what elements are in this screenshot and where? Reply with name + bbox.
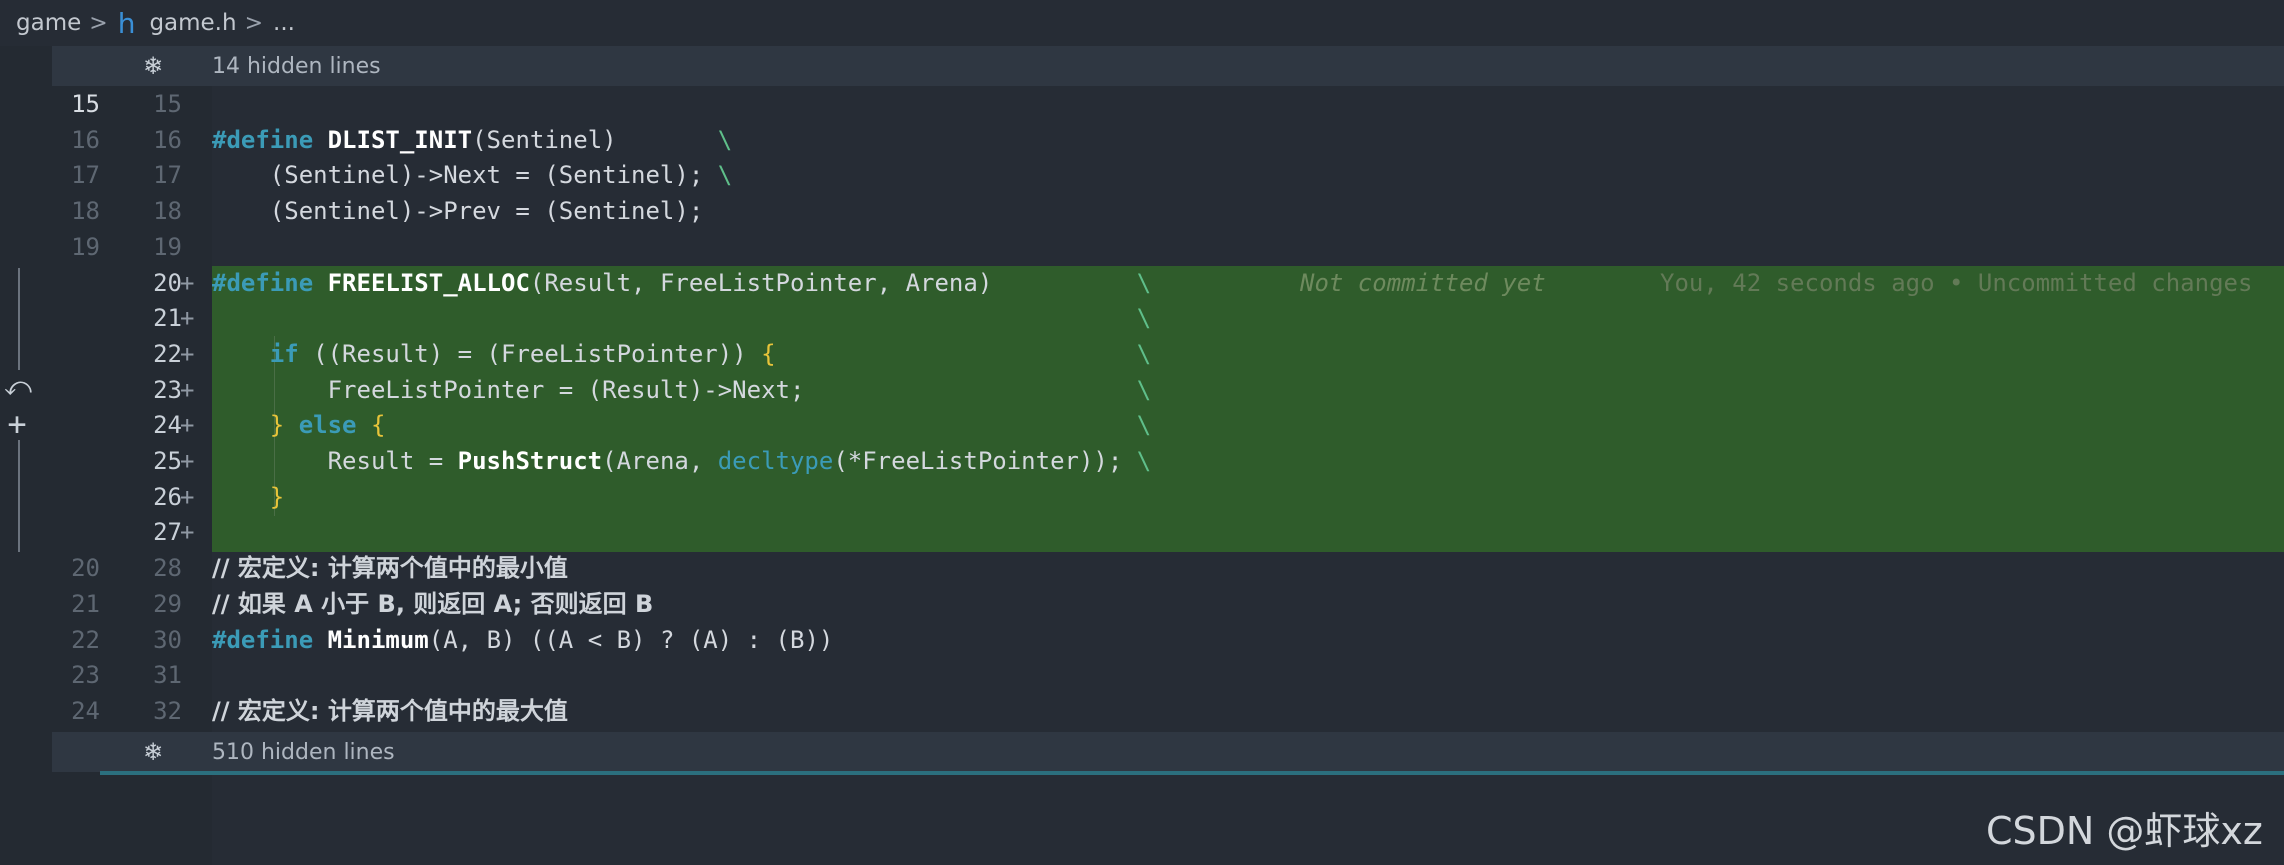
code-text: #define Minimum(A, B) ((A < B) ? (A) : (… [212,625,834,654]
original-line-number [52,444,100,480]
code-text: FreeListPointer = (Result)->Next; \ [212,375,1152,404]
code-line[interactable]: 18 18 (Sentinel)->Prev = (Sentinel); [0,194,2284,230]
modified-line-number: 31 [153,661,182,690]
code-text: (Sentinel)->Next = (Sentinel); \ [212,161,733,190]
breadcrumb-folder[interactable]: game [16,10,81,36]
added-code-line[interactable]: 20 + #define FREELIST_ALLOC(Result, FreeLi… [0,266,2284,302]
added-line-marker: + [180,268,195,297]
code-line[interactable]: 23 31 [0,658,2284,694]
original-line-number: 17 [71,161,100,190]
blame-info: You, 42 seconds ago • Uncommitted change… [1660,268,2253,297]
modified-line-number: 24 [153,411,182,440]
breadcrumb: game > h game.h > ... [0,0,2284,46]
code-text: #define DLIST_INIT(Sentinel) \ [212,125,733,154]
original-line-number [52,301,100,337]
original-line-number: 23 [71,661,100,690]
added-line-marker: + [180,304,195,333]
modified-line-number: 25 [153,447,182,475]
code-text: \ [1136,304,1152,333]
breadcrumb-symbol[interactable]: ... [273,10,295,36]
original-line-number [52,266,100,302]
modified-line-number: 29 [153,589,182,618]
original-line-number: 18 [71,197,100,226]
modified-line-number: 28 [153,554,182,583]
code-text: (Sentinel)->Prev = (Sentinel); [212,197,704,226]
modified-line-number: 15 [153,90,182,118]
added-code-line[interactable]: 24 + } else { \ [0,408,2284,444]
modified-line-number: 16 [153,125,182,154]
modified-line-number: 19 [153,232,182,261]
modified-line-number: 22 [153,339,182,368]
code-text: } else { \ [269,411,1152,440]
hidden-lines-label: 14 hidden lines [212,53,381,79]
fold-icon[interactable]: ❄ [140,53,166,79]
hidden-lines-label: 510 hidden lines [212,739,395,765]
added-line-marker: + [180,339,195,368]
added-line-marker: + [180,447,195,475]
original-line-number: 20 [71,554,100,583]
modified-line-number: 32 [153,696,182,725]
added-code-line[interactable]: 23 + FreeListPointer = (Result)->Next; \ [0,373,2284,409]
added-code-line[interactable]: 26 + } [0,480,2284,516]
blame-status: Not committed yet [1300,268,1546,297]
code-text: // 如果 A 小于 B, 则返回 A; 否则返回 B [212,589,654,618]
watermark: CSDN @虾球xz [1986,809,2263,853]
code-line[interactable]: 24 32 // 宏定义: 计算两个值中的最大值 [0,694,2284,730]
code-line[interactable]: 17 17 (Sentinel)->Next = (Sentinel); \ [0,158,2284,194]
original-line-number: 16 [71,125,100,154]
original-line-number: 15 [71,90,100,118]
modified-line-number: 26 [153,482,182,511]
fold-divider [100,771,2284,775]
code-text: if ((Result) = (FreeListPointer)) { \ [269,339,1152,368]
added-code-line[interactable]: 25 + Result = PushStruct(Arena, decltype(… [0,444,2284,480]
original-line-number: 24 [71,696,100,725]
code-text: // 宏定义: 计算两个值中的最小值 [212,554,568,583]
original-line-number [52,373,100,409]
code-line[interactable]: 15 15 [0,87,2284,123]
chevron-right-icon: > [89,10,108,36]
code-line[interactable]: 21 29 // 如果 A 小于 B, 则返回 A; 否则返回 B [0,587,2284,623]
modified-line-number: 20 [153,268,182,297]
code-line[interactable]: 19 19 [0,230,2284,266]
breadcrumb-file[interactable]: game.h [149,10,236,36]
added-code-line[interactable]: 21 + \ [0,301,2284,337]
code-text: #define FREELIST_ALLOC(Result, FreeListP… [212,268,1152,297]
added-code-line[interactable]: 22 + if ((Result) = (FreeListPointer)) { … [0,337,2284,373]
modified-line-number: 21 [153,304,182,333]
original-line-number [52,408,100,444]
code-line[interactable]: 20 28 // 宏定义: 计算两个值中的最小值 [0,551,2284,587]
modified-line-number: 18 [153,197,182,226]
header-file-icon: h [117,6,136,40]
editor-window: game > h game.h > ... ⤺ + ❄ 14 hidden li… [0,0,2284,865]
original-line-number [52,337,100,373]
added-line-marker: + [180,375,195,404]
original-line-number [52,480,100,516]
original-line-number: 19 [71,232,100,261]
added-code-line[interactable]: 27 + [0,515,2284,551]
chevron-right-icon: > [244,10,264,36]
code-line[interactable]: 16 16 #define DLIST_INIT(Sentinel) \ [0,123,2284,159]
code-text: // 宏定义: 计算两个值中的最大值 [212,696,568,725]
modified-line-number: 30 [153,625,182,654]
added-line-marker: + [180,518,195,547]
fold-icon[interactable]: ❄ [140,739,166,765]
hidden-lines-bar-top[interactable]: ❄ 14 hidden lines [52,46,2284,86]
modified-line-number: 17 [153,161,182,190]
original-line-number [52,515,100,551]
hidden-lines-bar-bottom[interactable]: ❄ 510 hidden lines [52,732,2284,772]
modified-line-number: 23 [153,375,182,404]
code-text: Result = PushStruct(Arena, decltype(*Fre… [212,447,1152,475]
added-line-marker: + [180,411,195,440]
modified-line-number: 27 [153,518,182,547]
code-text: } [269,482,285,511]
original-line-number: 21 [71,589,100,618]
code-line[interactable]: 22 30 #define Minimum(A, B) ((A < B) ? (A)… [0,623,2284,659]
added-line-marker: + [180,482,195,511]
original-line-number: 22 [71,625,100,654]
